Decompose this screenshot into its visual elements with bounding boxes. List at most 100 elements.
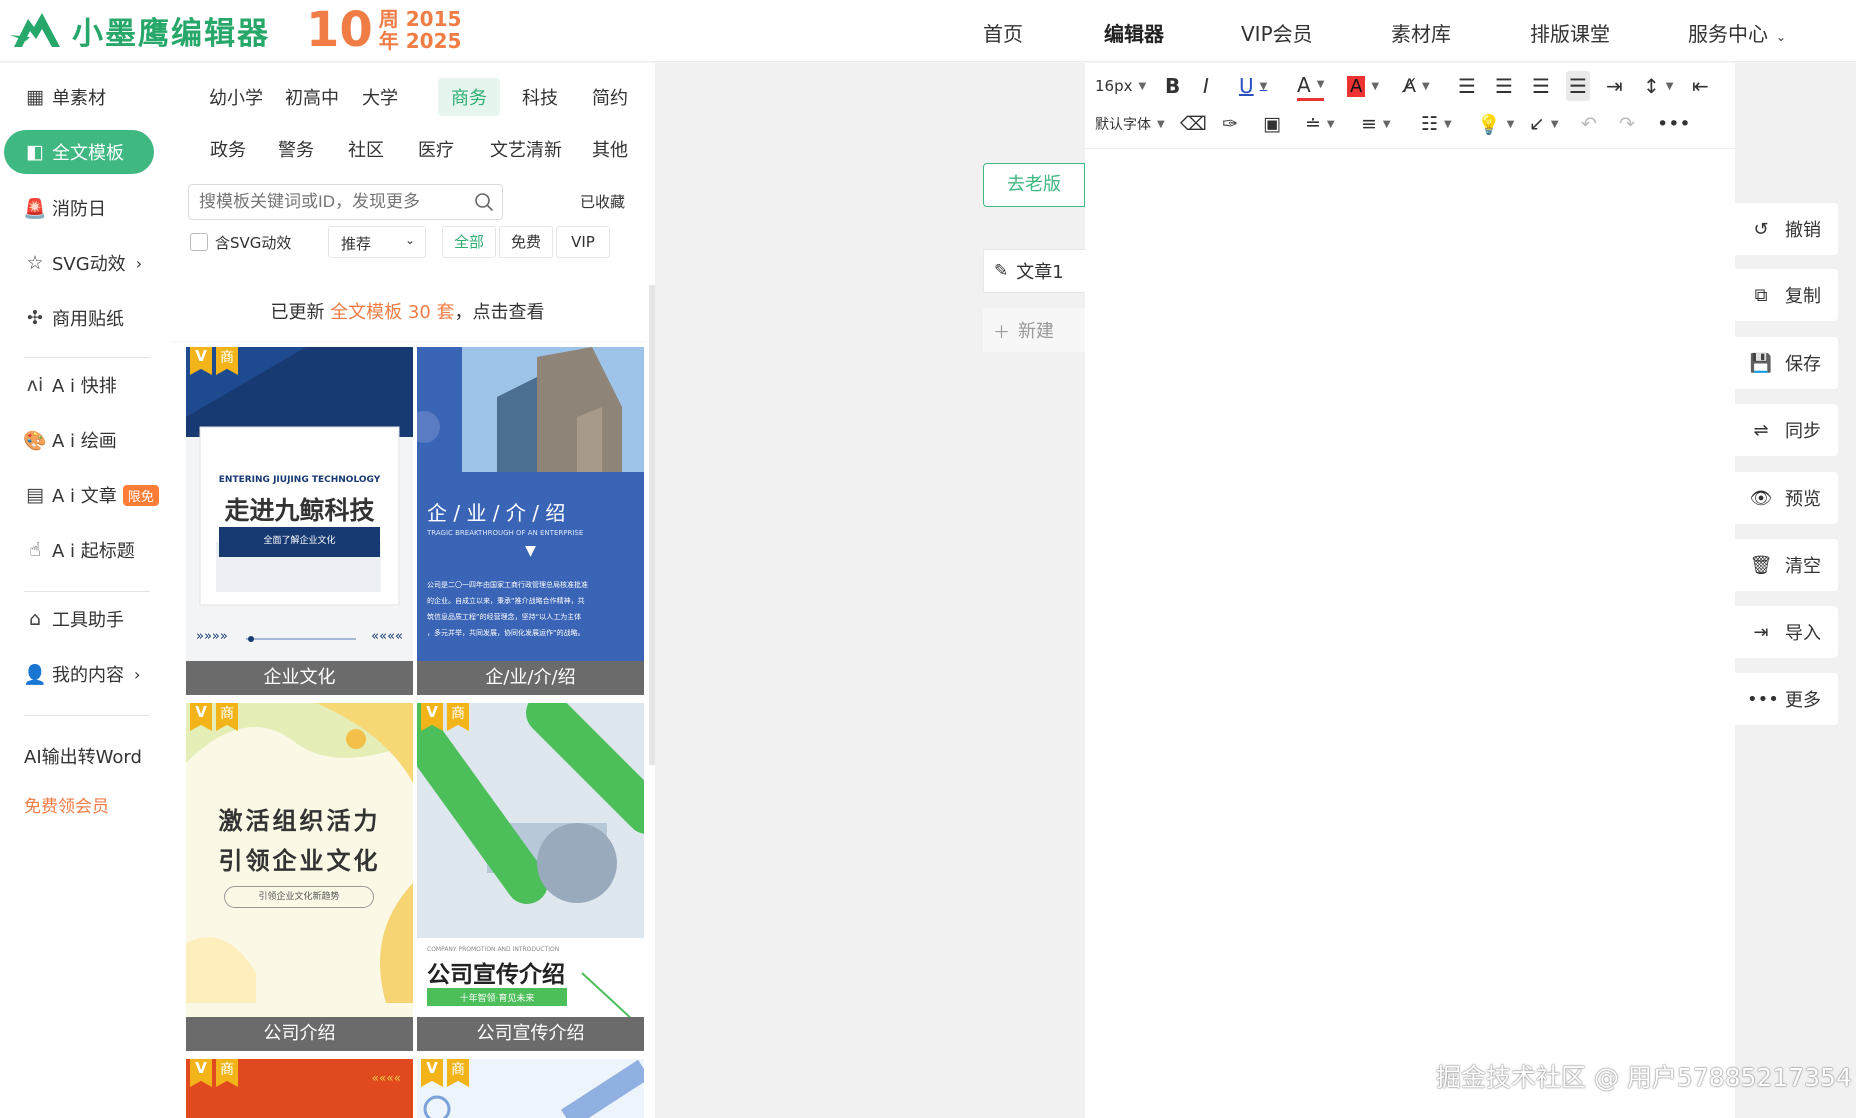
vip-tag: V bbox=[190, 1059, 212, 1087]
bg-color-button[interactable]: A ▼ bbox=[1347, 71, 1379, 101]
search-input[interactable] bbox=[199, 185, 459, 219]
more-icon: ••• bbox=[1747, 688, 1779, 710]
divider-icon[interactable]: ≐ ▼ bbox=[1305, 109, 1335, 139]
category-government[interactable]: 政务 bbox=[206, 130, 250, 168]
font-size-select[interactable]: 16px ▼ bbox=[1095, 71, 1146, 101]
category-tech[interactable]: 科技 bbox=[518, 78, 562, 116]
nav-vip[interactable]: VIP会员 bbox=[1241, 18, 1313, 47]
italic-button[interactable]: I bbox=[1203, 71, 1209, 101]
template-card[interactable]: V商 «««« bbox=[186, 1059, 413, 1118]
nav-materials[interactable]: 素材库 bbox=[1391, 18, 1451, 47]
clear-button[interactable]: 🗑 清空 bbox=[1735, 539, 1838, 591]
clear-format-button[interactable]: A̸ ▼ bbox=[1403, 71, 1430, 101]
category-simple[interactable]: 简约 bbox=[588, 78, 632, 116]
update-notice[interactable]: 已更新 全文模板 30 套，点击查看 bbox=[170, 285, 645, 341]
margin-icon[interactable]: ☷ ▼ bbox=[1421, 109, 1452, 139]
sidebar-divider bbox=[24, 591, 150, 592]
category-community[interactable]: 社区 bbox=[344, 130, 388, 168]
sidebar-item-fulltext[interactable]: ◧ 全文模板 bbox=[4, 130, 154, 174]
category-police[interactable]: 警务 bbox=[274, 130, 318, 168]
template-card[interactable]: 企 / 业 / 介 / 绍 TRAGIC BREAKTHROUGH OF AN … bbox=[417, 347, 644, 695]
eraser-icon[interactable]: ⌫ bbox=[1180, 109, 1207, 139]
sidebar-item-my-content[interactable]: 👤 我的内容 › bbox=[0, 652, 170, 696]
commercial-tag: 商 bbox=[447, 703, 469, 731]
align-justify-icon[interactable]: ☰ bbox=[1566, 71, 1590, 101]
document-tab[interactable]: ✎ 文章1 bbox=[983, 249, 1085, 293]
anniversary-line-2: 年 2025 bbox=[378, 29, 462, 53]
more-button[interactable]: ••• 更多 bbox=[1735, 673, 1838, 725]
font-family-select[interactable]: 默认字体 ▼ bbox=[1095, 109, 1165, 139]
sort-select[interactable]: 推荐 ⌄ bbox=[328, 226, 426, 258]
nav-editor[interactable]: 编辑器 bbox=[1104, 18, 1164, 47]
indent-icon[interactable]: ⇥ bbox=[1606, 71, 1623, 101]
chevron-down-icon: ▼ bbox=[1157, 118, 1165, 130]
sidebar-item-ai-layout[interactable]: ʌi A i 快排 bbox=[0, 363, 170, 407]
svg-checkbox[interactable] bbox=[190, 233, 208, 251]
template-card[interactable]: V商 激活组织活力 引领企业文化 引领企业文化新趋势 公司介绍 bbox=[186, 703, 413, 1051]
line-height-icon[interactable]: ↕ ▼ bbox=[1643, 71, 1673, 101]
save-button[interactable]: 💾 保存 bbox=[1735, 337, 1838, 389]
filter-free[interactable]: 免费 bbox=[499, 226, 553, 258]
old-version-button[interactable]: 去老版 bbox=[983, 163, 1085, 207]
sync-button[interactable]: ⇌ 同步 bbox=[1735, 404, 1838, 456]
nav-course[interactable]: 排版课堂 bbox=[1530, 18, 1610, 47]
align-left-icon[interactable]: ☰ bbox=[1458, 71, 1476, 101]
category-literary[interactable]: 文艺清新 bbox=[486, 130, 566, 168]
category-business[interactable]: 商务 bbox=[438, 78, 500, 116]
brand-logo[interactable]: 小墨鹰编辑器 bbox=[8, 10, 270, 52]
nav-home[interactable]: 首页 bbox=[983, 18, 1023, 47]
filter-all[interactable]: 全部 bbox=[442, 226, 496, 258]
category-college[interactable]: 大学 bbox=[358, 78, 402, 116]
undo-button[interactable]: ↺ 撤销 bbox=[1735, 203, 1838, 255]
chevron-down-icon: ▼ bbox=[1382, 118, 1391, 130]
filter-vip[interactable]: VIP bbox=[556, 226, 610, 258]
template-card[interactable]: V商 bbox=[417, 1059, 644, 1118]
editor-canvas[interactable]: 16px ▼ B I U ▼ A ▼ A ▼ A̸ ▼ ☰ ☰ ☰ ☰ ⇥ ↕ ▼ ⇤ 默认… bbox=[1085, 63, 1735, 1118]
brush-icon[interactable]: ✑ bbox=[1222, 109, 1238, 139]
sidebar-item-tools[interactable]: ⌂ 工具助手 bbox=[0, 597, 170, 641]
paragraph-spacing-icon[interactable]: ≡ ▼ bbox=[1361, 109, 1391, 139]
underline-button[interactable]: U ▼ bbox=[1239, 71, 1267, 101]
copy-button[interactable]: ⧉ 复制 bbox=[1735, 269, 1838, 321]
category-middle-school[interactable]: 初高中 bbox=[282, 78, 342, 116]
palette-icon: 🎨 bbox=[23, 429, 47, 452]
format-painter-icon[interactable]: ⇤ bbox=[1692, 71, 1709, 101]
preview-button[interactable]: 👁 预览 bbox=[1735, 472, 1838, 524]
more-icon[interactable]: ••• bbox=[1657, 109, 1691, 139]
sidebar-item-ai-article[interactable]: ▤ A i 文章 限免 bbox=[0, 473, 170, 517]
ai-icon: ʌi bbox=[26, 374, 44, 396]
favorites-link[interactable]: 已收藏 bbox=[580, 191, 625, 212]
category-primary[interactable]: 幼小学 bbox=[206, 78, 266, 116]
nav-service[interactable]: 服务中心 ⌄ bbox=[1688, 18, 1786, 47]
category-other[interactable]: 其他 bbox=[588, 130, 632, 168]
align-right-icon[interactable]: ☰ bbox=[1532, 71, 1550, 101]
sidebar-item-ai-title[interactable]: ☝ A i 起标题 bbox=[0, 528, 170, 572]
new-document-button[interactable]: ＋新建 bbox=[983, 308, 1085, 352]
sidebar-item-svg[interactable]: ☆ SVG动效 › bbox=[0, 241, 170, 285]
search-icon[interactable] bbox=[474, 192, 494, 212]
redo-icon[interactable]: ↷ bbox=[1619, 109, 1635, 139]
free-member-link[interactable]: 免费领会员 bbox=[24, 792, 109, 817]
sidebar-item-fire-day[interactable]: 🚨 消防日 bbox=[0, 186, 170, 230]
chevron-down-icon: ⌄ bbox=[404, 233, 415, 247]
sync-icon: ⇌ bbox=[1753, 419, 1769, 441]
category-medical[interactable]: 医疗 bbox=[414, 130, 458, 168]
template-card[interactable]: V商 ENTERING JIUJING TECHNOLOGY 走进九鲸科技 全面… bbox=[186, 347, 413, 695]
watermark: 掘金技术社区 @ 用户57885217354 bbox=[1436, 1063, 1852, 1092]
font-color-button[interactable]: A ▼ bbox=[1297, 71, 1325, 101]
chevron-down-icon: ▼ bbox=[1138, 80, 1147, 92]
bulb-icon[interactable]: 💡 ▼ bbox=[1477, 109, 1514, 139]
ai-to-word-link[interactable]: AI输出转Word bbox=[24, 743, 142, 769]
undo-icon[interactable]: ↶ bbox=[1581, 109, 1597, 139]
chevron-down-icon: ▼ bbox=[1259, 80, 1268, 92]
template-card[interactable]: V商 COMPANY PROMOTION AND INTRODUCTION 公司… bbox=[417, 703, 644, 1051]
sidebar-item-single[interactable]: ▦ 单素材 bbox=[0, 75, 170, 119]
align-center-icon[interactable]: ☰ bbox=[1495, 71, 1513, 101]
sidebar-item-sticker[interactable]: ✣ 商用贴纸 bbox=[0, 296, 170, 340]
layout-icon: ◧ bbox=[26, 141, 44, 163]
image-icon[interactable]: ▣ bbox=[1263, 109, 1281, 139]
import-button[interactable]: ⇥ 导入 bbox=[1735, 606, 1838, 658]
resize-icon[interactable]: ↙ ▼ bbox=[1529, 109, 1559, 139]
sidebar-item-ai-draw[interactable]: 🎨 A i 绘画 bbox=[0, 418, 170, 462]
bold-button[interactable]: B bbox=[1165, 71, 1180, 101]
